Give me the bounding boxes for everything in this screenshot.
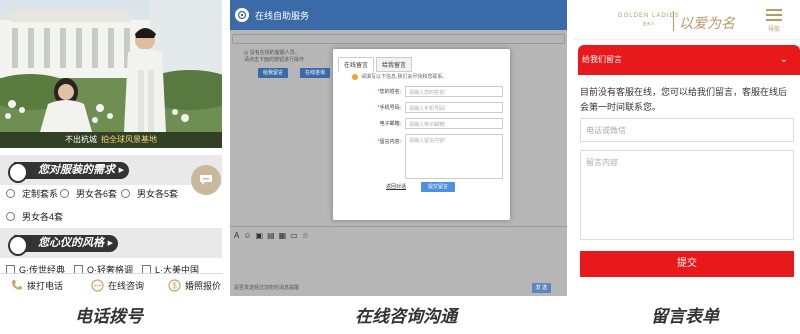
brand-divider	[673, 11, 674, 31]
screenshot-root: 不出杭城 拍全球风景基地 您对服装的需求 ▶ 定制套系 男女各6套 男女各5套 男…	[0, 0, 800, 334]
mobile-site-panel: 不出杭城 拍全球风景基地 您对服装的需求 ▶ 定制套系 男女各6套 男女各5套 男…	[0, 0, 222, 296]
banner-tagline: 不出杭城 拍全球风景基地	[0, 132, 222, 148]
hamburger-icon	[766, 9, 782, 21]
image-icon[interactable]: ▣	[256, 231, 264, 240]
info-icon	[352, 73, 358, 80]
call-label: 拨打电话	[27, 280, 64, 291]
site-header: GOLDEN LADIES 金夫人 以爱为名 导航	[574, 0, 800, 40]
play-arrow-icon: ▶	[107, 240, 113, 247]
email-label: 电子邮箱:	[379, 121, 401, 127]
banner-caption: 不出杭城	[65, 135, 97, 144]
star-icon[interactable]: ☆	[302, 231, 309, 240]
chat-toolbar: A ☺ ▣ ▤ ▦ ▭ ☆	[230, 226, 567, 244]
section-title-style: 您心仪的风格 ▶	[14, 235, 118, 252]
contact-input[interactable]: 电话或微信	[580, 118, 794, 142]
send-button[interactable]: 发 送	[531, 283, 551, 293]
message-dialog: 在线留言 给我留言 请填写以下信息,我们会尽快和您联系。 *您的姓名: 请输入您…	[333, 49, 510, 220]
email-input[interactable]: 请输入电子邮箱!	[405, 118, 503, 129]
phone-icon	[10, 279, 23, 292]
brand-sub: 金夫人	[642, 21, 655, 26]
section-title-clothing: 您对服装的需求 ▶	[14, 162, 129, 179]
bottom-action-bar: 拨打电话 在线咨询 $ 婚照报价	[0, 273, 222, 296]
option-label: 男女各6套	[76, 189, 118, 199]
back-to-chat-link[interactable]: 返回对话	[386, 183, 406, 190]
submit-button[interactable]: 提交	[580, 251, 794, 277]
caption-online-consult: 在线咨询沟通	[355, 307, 457, 326]
call-button[interactable]: 拨打电话	[10, 279, 63, 292]
nav-menu-label: 导航	[767, 27, 780, 33]
option-label: 男女各4套	[22, 212, 64, 222]
radio-icon	[6, 189, 15, 198]
option-label: 男女各5套	[137, 189, 179, 199]
name-input[interactable]: 请输入您的姓名!	[405, 86, 503, 97]
caption-phone-dial: 电话拨号	[75, 307, 143, 326]
message-textarea[interactable]: 请输入留言内容!	[405, 134, 503, 179]
consult-label: 在线咨询	[108, 280, 145, 291]
nav-menu-button[interactable]: 导航	[764, 9, 784, 33]
offline-info-line: ◎ 没有在线的客服人员。	[244, 50, 300, 56]
window-title: 在线自助服务	[255, 10, 310, 21]
offline-info: ◎ 没有在线的客服人员。 请点击下面的按钮进行操作	[244, 50, 304, 64]
name-label: *您的姓名:	[377, 89, 401, 95]
chat-footer: 是否发送经过加密的消息提醒 发 送	[230, 279, 567, 296]
dialog-tabs: 在线留言 给我留言	[338, 57, 414, 72]
screenshot-icon[interactable]: ▦	[279, 231, 287, 240]
email-row: 电子邮箱: 请输入电子邮箱!	[333, 118, 510, 129]
wedding-photo-banner	[0, 0, 222, 148]
brand-logo: GOLDEN LADIES 金夫人	[618, 13, 679, 27]
tab-online-message[interactable]: 在线留言	[338, 57, 375, 72]
banner-highlight: 拍全球风景基地	[101, 135, 157, 144]
chat-titlebar: 在线自助服务	[230, 0, 567, 30]
message-label: *留言内容:	[377, 139, 401, 145]
radio-option-6-sets[interactable]: 男女各6套	[60, 187, 117, 200]
chat-notice-strip	[232, 34, 565, 44]
chat-dots-icon	[91, 278, 104, 292]
folder-icon[interactable]: ▭	[290, 231, 298, 240]
desktop-chat-panel: 在线自助服务 ◎ 没有在线的客服人员。 请点击下面的按钮进行操作 给我留言 在线…	[230, 0, 567, 296]
offline-info-line: 请点击下面的按钮进行操作	[244, 57, 305, 63]
radio-option-5-sets[interactable]: 男女各5套	[121, 187, 178, 200]
radio-icon	[60, 189, 69, 198]
form-description: 目前没有客服在线，您可以给我们留言，客服在线后会第一时间联系您。	[580, 87, 788, 112]
phone-label: *手机号码:	[377, 105, 401, 111]
message-textarea[interactable]: 留言内容	[580, 150, 794, 240]
radio-icon	[121, 189, 130, 198]
brand-name: GOLDEN LADIES	[618, 13, 680, 19]
emoji-icon[interactable]: ☺	[243, 231, 251, 240]
section-title-clothing-text: 您对服装的需求	[38, 164, 115, 176]
tab-leave-message[interactable]: 给我留言	[376, 57, 413, 72]
quote-label: 婚照报价	[185, 280, 222, 291]
radio-option-4-sets[interactable]: 男女各4套	[6, 210, 63, 223]
section-title-style-text: 您心仪的风格	[38, 237, 104, 249]
dialog-notice-text: 请填写以下信息,我们会尽快和您联系。	[361, 74, 448, 80]
brand-script: 以爱为名	[679, 16, 735, 32]
name-row: *您的姓名: 请输入您的姓名!	[333, 86, 510, 97]
price-quote-button[interactable]: $ 婚照报价	[168, 278, 222, 292]
footer-hint: 是否发送经过加密的消息提醒	[234, 285, 300, 291]
chevron-down-icon[interactable]: ⌄	[780, 45, 788, 75]
phone-row: *手机号码: 请输入手机号码!	[333, 102, 510, 113]
option-label: 定制套系	[22, 189, 59, 199]
file-icon[interactable]: ▤	[267, 231, 275, 240]
svg-text:$: $	[172, 281, 177, 290]
form-header: 给我们留言 ⌄	[578, 45, 800, 75]
online-consult-button[interactable]: 在线咨询	[300, 68, 330, 78]
chat-floating-button[interactable]	[191, 165, 221, 195]
radio-option-custom[interactable]: 定制套系	[6, 187, 58, 200]
submit-message-button[interactable]: 提交留言	[421, 182, 456, 192]
form-header-title: 给我们留言	[582, 55, 622, 64]
leave-message-button[interactable]: 给我留言	[258, 68, 288, 78]
radio-icon	[6, 212, 15, 221]
phone-input[interactable]: 请输入手机号码!	[405, 102, 503, 113]
service-logo-icon	[235, 8, 249, 22]
font-icon[interactable]: A	[234, 231, 239, 240]
play-arrow-icon: ▶	[118, 167, 124, 174]
dialog-notice: 请填写以下信息,我们会尽快和您联系。	[352, 73, 447, 80]
online-consult-button[interactable]: 在线咨询	[91, 278, 145, 292]
chat-bubble-icon	[200, 175, 212, 185]
caption-message-form: 留言表单	[651, 307, 719, 326]
dollar-circle-icon: $	[168, 278, 181, 292]
message-form-panel: GOLDEN LADIES 金夫人 以爱为名 导航 给我们留言 ⌄ 目前没有客服…	[574, 0, 800, 296]
